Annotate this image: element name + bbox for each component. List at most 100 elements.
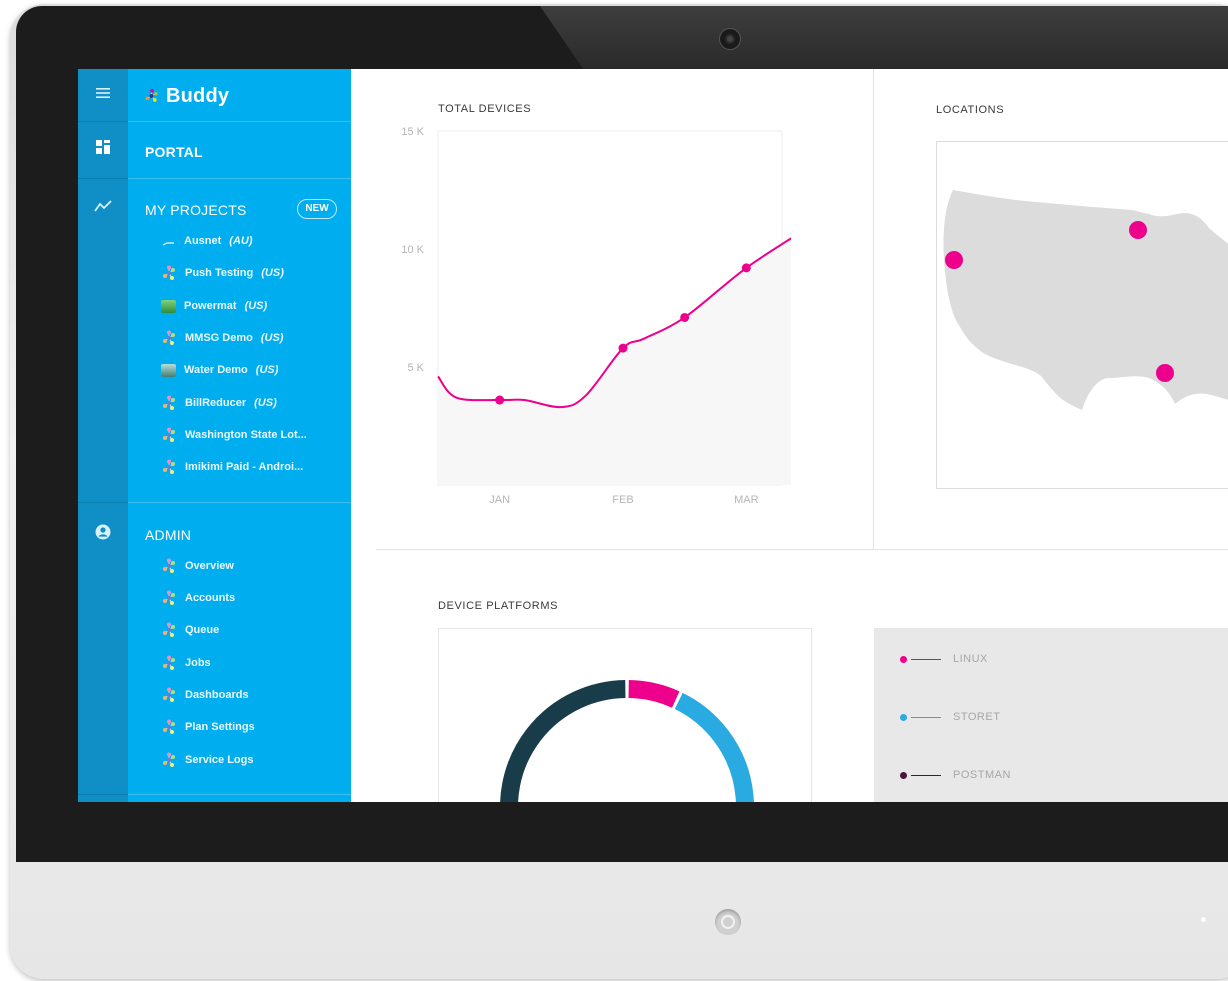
legend-dot <box>900 655 907 663</box>
device-platforms-donut <box>500 680 754 802</box>
buddy-node-icon <box>163 427 175 442</box>
portal-link[interactable]: PORTAL <box>145 144 203 160</box>
project-region: (US) <box>254 397 277 409</box>
brand-name: Buddy <box>166 84 230 107</box>
buddy-node-icon <box>163 655 175 670</box>
donut-slice[interactable] <box>628 680 680 708</box>
location-marker-west <box>945 251 963 269</box>
app-screen: Buddy PORTAL MY PROJECTS NEW Ausnet (AU) P… <box>78 69 1228 802</box>
project-item[interactable]: Water Demo (US) <box>161 360 278 380</box>
admin-item[interactable]: Plan Settings <box>161 717 255 737</box>
project-item[interactable]: Push Testing (US) <box>161 263 284 283</box>
admin-item-label: Overview <box>185 560 234 572</box>
buddy-node-icon <box>163 330 175 345</box>
admin-heading: ADMIN <box>145 527 192 543</box>
data-point[interactable] <box>618 343 628 353</box>
brand-logo[interactable]: Buddy <box>144 83 229 109</box>
sidebar: Buddy PORTAL MY PROJECTS NEW Ausnet (AU) P… <box>128 69 351 802</box>
buddy-node-icon <box>163 395 175 410</box>
buddy-node-icon <box>163 752 175 767</box>
locations-map <box>936 141 1228 489</box>
device-platforms-title: DEVICE PLATFORMS <box>438 600 559 612</box>
project-name: Imikimi Paid - Androi... <box>185 461 304 473</box>
dashboard-icon[interactable] <box>78 140 128 160</box>
project-item[interactable]: Washington State Lot... <box>161 425 307 445</box>
legend-label: STORET <box>953 711 1001 723</box>
donut-slice[interactable] <box>500 680 626 802</box>
project-item[interactable]: MMSG Demo (US) <box>161 328 283 348</box>
camera-icon <box>719 28 741 50</box>
buddy-node-icon <box>163 459 175 474</box>
x-tick-label: MAR <box>734 494 759 506</box>
locations-title: LOCATIONS <box>936 104 1005 116</box>
legend-item[interactable]: STORET <box>900 709 1000 725</box>
x-tick-label: JAN <box>489 494 510 506</box>
project-item[interactable]: Imikimi Paid - Androi... <box>161 457 303 477</box>
data-point[interactable] <box>680 312 690 322</box>
location-marker-south <box>1156 364 1174 382</box>
admin-item[interactable]: Queue <box>161 620 219 640</box>
water-thumbnail <box>161 363 176 377</box>
icon-rail <box>78 69 128 802</box>
menu-icon[interactable] <box>78 85 128 105</box>
buddy-node-icon <box>163 622 175 637</box>
admin-item-label: Queue <box>185 624 220 636</box>
y-tick-label: 10 K <box>401 244 424 256</box>
admin-item[interactable]: Overview <box>161 556 234 576</box>
trend-icon[interactable] <box>78 198 128 218</box>
home-button[interactable] <box>715 909 741 935</box>
legend-item[interactable]: LINUX <box>900 651 988 667</box>
project-item[interactable]: Ausnet (AU) <box>161 231 253 251</box>
project-region: (US) <box>244 300 268 312</box>
x-tick-label: FEB <box>612 494 633 506</box>
project-name: Powermat <box>184 300 237 312</box>
buddy-node-icon <box>163 265 175 280</box>
location-marker-north <box>1129 221 1147 239</box>
y-tick-label: 5 K <box>407 362 424 374</box>
admin-item[interactable]: Dashboards <box>161 685 249 705</box>
row-divider <box>376 549 1228 550</box>
y-tick-label: 15 K <box>401 126 424 138</box>
legend-dot <box>900 771 907 779</box>
total-devices-title: TOTAL DEVICES <box>438 103 532 115</box>
project-region: (US) <box>255 364 279 376</box>
admin-item-label: Jobs <box>185 657 211 669</box>
data-point[interactable] <box>495 395 505 405</box>
panel-divider <box>873 69 874 549</box>
donut-slice[interactable] <box>674 692 754 802</box>
buddy-node-icon <box>163 719 175 734</box>
admin-item-label: Dashboards <box>185 689 249 701</box>
project-item[interactable]: BillReducer (US) <box>161 393 277 413</box>
admin-item[interactable]: Jobs <box>161 653 211 673</box>
project-region: (US) <box>260 332 284 344</box>
user-icon[interactable] <box>78 524 128 546</box>
project-name: Water Demo <box>184 364 248 376</box>
ausnet-logo <box>161 235 176 248</box>
buddy-logo-icon <box>145 89 158 102</box>
new-project-button[interactable]: NEW <box>297 199 337 219</box>
powermat-thumbnail <box>161 299 176 313</box>
admin-item[interactable]: Accounts <box>161 588 235 608</box>
admin-item-label: Plan Settings <box>185 721 255 733</box>
admin-item[interactable]: Service Logs <box>161 750 253 770</box>
us-landmass <box>943 190 1228 410</box>
admin-item-label: Service Logs <box>185 754 254 766</box>
buddy-node-icon <box>163 687 175 702</box>
legend-label: LINUX <box>953 653 988 665</box>
dashboard-content: TOTAL DEVICES 15 K 10 K 5 K JAN FEB MAR LOCAT… <box>351 69 1228 802</box>
project-name: Washington State Lot... <box>185 429 307 441</box>
data-point[interactable] <box>741 263 751 273</box>
admin-item-label: Accounts <box>185 592 236 604</box>
project-region: (AU) <box>229 235 253 247</box>
project-item[interactable]: Powermat (US) <box>161 296 267 316</box>
project-name: MMSG Demo <box>185 332 253 344</box>
sensor-light <box>1201 917 1206 922</box>
buddy-node-icon <box>163 590 175 605</box>
my-projects-heading[interactable]: MY PROJECTS <box>145 202 247 218</box>
legend-item[interactable]: POSTMAN <box>900 767 1011 783</box>
project-name: Push Testing <box>185 267 254 279</box>
legend-line <box>911 716 941 718</box>
us-map <box>943 190 1228 410</box>
project-name: BillReducer <box>185 397 247 409</box>
bezel-glare <box>540 6 1228 69</box>
